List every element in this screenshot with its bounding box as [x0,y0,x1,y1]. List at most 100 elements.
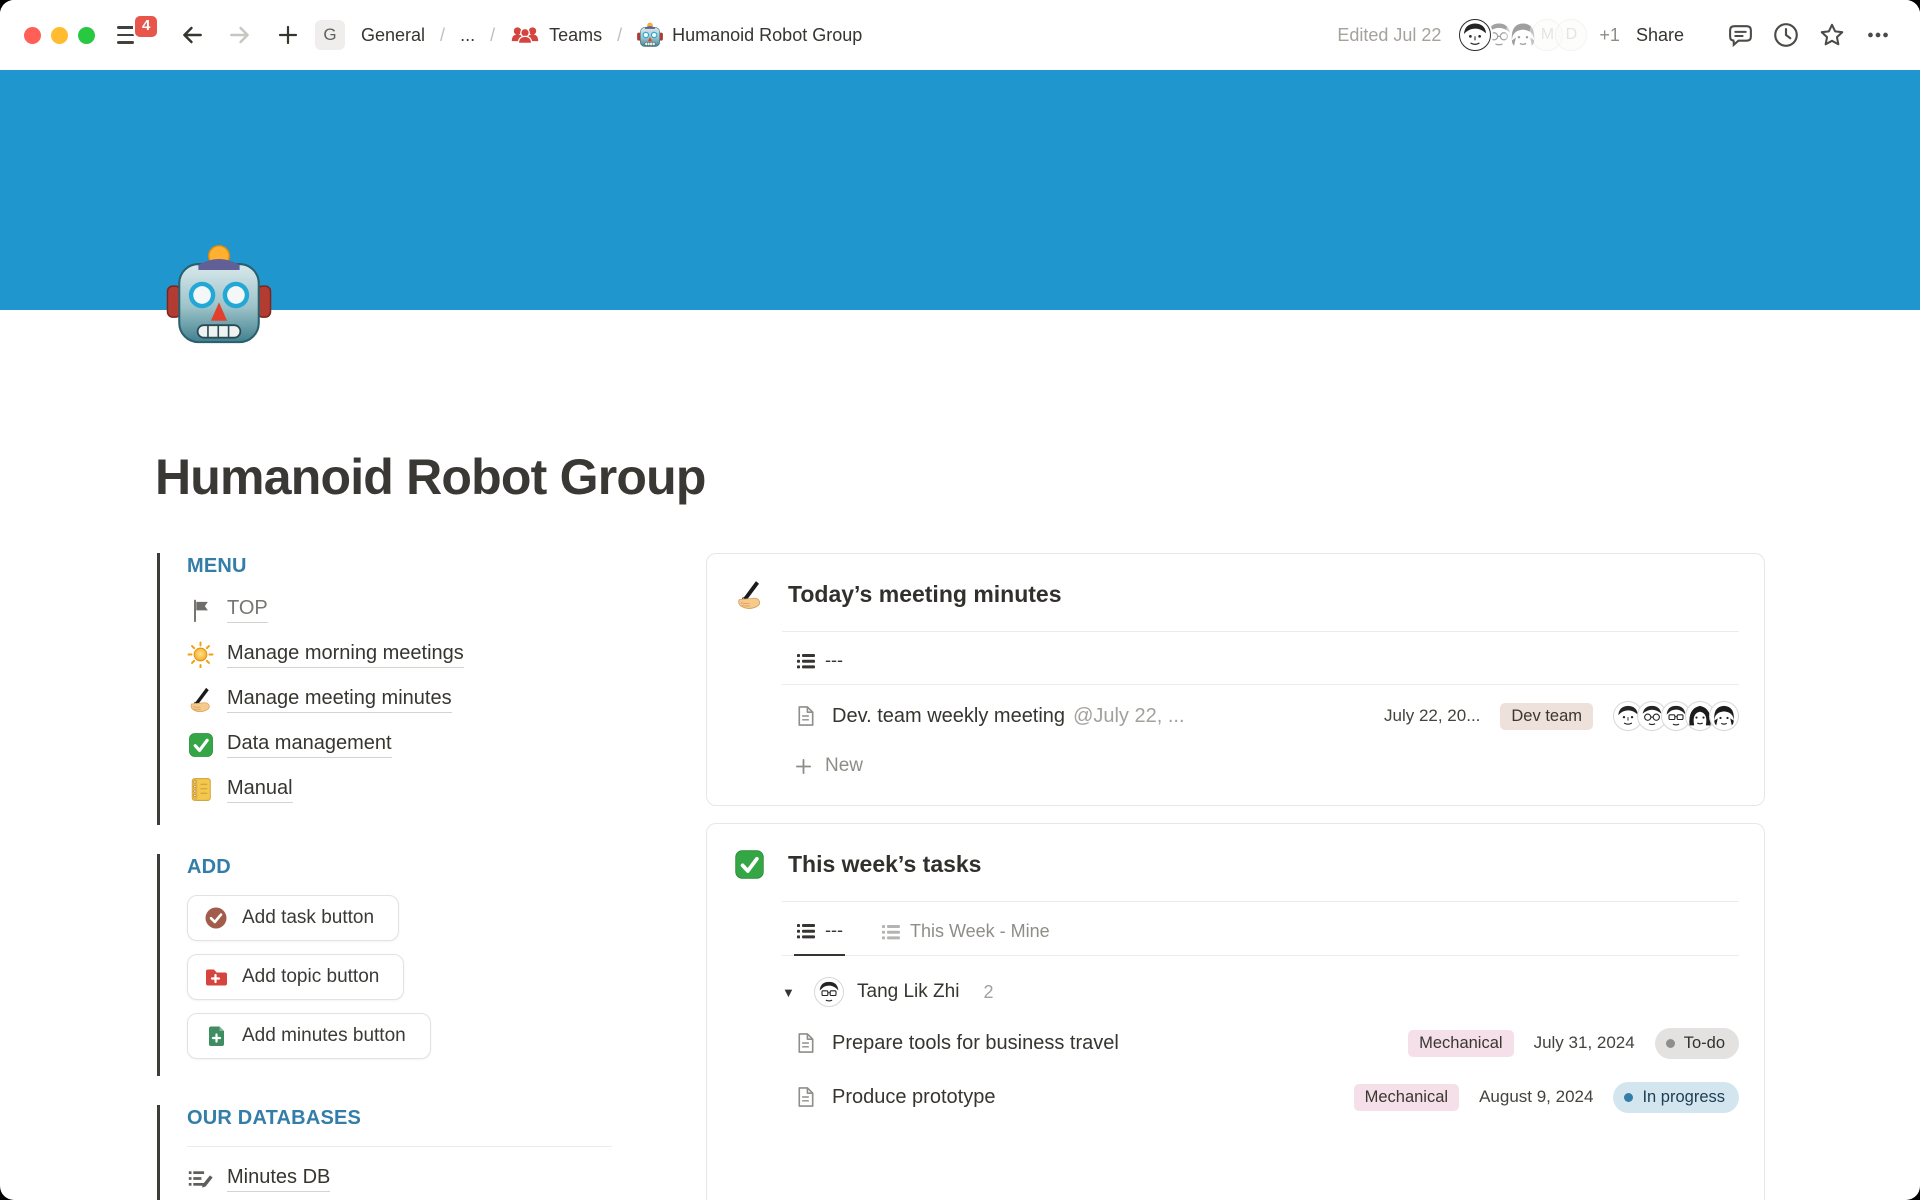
meeting-date: July 22, 20... [1384,706,1480,726]
group-avatar [814,977,844,1007]
add-task-button[interactable]: Add task button [187,895,399,941]
view-tabs: --- [782,634,1739,685]
breadcrumb-separator: / [490,25,495,46]
share-button[interactable]: Share [1636,25,1684,46]
menu-item-manual[interactable]: Manual [187,776,293,803]
task-row[interactable]: Produce prototype Mechanical August 9, 2… [794,1070,1739,1124]
page-icon [794,1085,817,1109]
add-heading: ADD [187,856,706,879]
task-title: Produce prototype [832,1086,995,1109]
breadcrumb-general[interactable]: General [357,23,429,48]
attendee-avatars [1613,701,1739,731]
folder-plus-icon [204,965,228,989]
weekly-tasks-card: This week’s tasks --- This Week - Mine [706,823,1765,1200]
team-tag: Dev team [1500,703,1593,730]
robot-icon [637,22,663,48]
page-cover[interactable] [0,70,1920,310]
avatar-overflow-count[interactable]: +1 [1599,25,1620,46]
collapse-toggle-icon[interactable]: ▼ [782,985,804,1000]
page-icon [794,704,817,728]
card-title[interactable]: This week’s tasks [788,851,981,878]
left-column: MENU TOP Manage morning meetings Manage … [155,553,706,1200]
breadcrumb-separator: / [440,25,445,46]
updates-clock-icon[interactable] [1770,19,1802,51]
view-tab-this-week-mine[interactable]: This Week - Mine [879,905,1052,955]
new-label: New [825,755,863,777]
menu-item-morning-meetings[interactable]: Manage morning meetings [187,641,464,668]
sidebar-toggle-button[interactable]: 4 [117,24,143,46]
menu-item-meeting-minutes[interactable]: Manage meeting minutes [187,686,452,713]
list-view-icon [796,651,816,671]
group-count: 2 [983,982,993,1003]
add-minutes-button[interactable]: Add minutes button [187,1013,431,1059]
writing-hand-icon [734,579,765,610]
divider [782,631,1739,632]
forward-button[interactable] [225,20,255,50]
avatar-letter: D [1555,19,1587,51]
comments-icon[interactable] [1724,19,1756,51]
breadcrumb: General / ... / Teams / Humanoid Robot G… [357,20,866,50]
page-robot-icon[interactable] [166,242,272,348]
flag-icon [187,596,214,623]
breadcrumb-ellipsis[interactable]: ... [456,23,479,48]
minimize-window-button[interactable] [51,27,68,44]
close-window-button[interactable] [24,27,41,44]
add-topic-button[interactable]: Add topic button [187,954,404,1000]
meeting-row[interactable]: Dev. team weekly meeting @July 22, ... J… [794,689,1739,743]
menu-item-label: Data management [227,732,392,758]
category-tag: Mechanical [1408,1030,1513,1057]
status-label: To-do [1684,1034,1725,1053]
task-row[interactable]: Prepare tools for business travel Mechan… [794,1016,1739,1070]
more-options-icon[interactable] [1862,19,1894,51]
menu-item-minutes-db[interactable]: Minutes DB [187,1165,330,1192]
menu-item-label: TOP [227,597,268,623]
app-window: 4 G General / ... / Teams / Humanoid Rob… [0,0,1920,1200]
new-tab-button[interactable] [273,20,303,50]
avatar [1459,19,1491,51]
divider [187,1146,612,1147]
zoom-window-button[interactable] [78,27,95,44]
status-dot [1666,1039,1675,1048]
task-title: Prepare tools for business travel [832,1032,1119,1055]
file-plus-icon [204,1024,228,1048]
writing-hand-icon [187,686,214,713]
status-dot [1624,1093,1633,1102]
sun-icon [187,641,214,668]
menu-item-label: Minutes DB [227,1166,330,1192]
favorite-star-icon[interactable] [1816,19,1848,51]
view-tab-default[interactable]: --- [794,634,845,684]
view-tab-default[interactable]: --- [794,904,845,956]
viewer-avatars[interactable]: M D [1459,19,1587,51]
workspace-icon[interactable]: G [315,20,345,50]
window-controls [24,27,95,44]
databases-heading: OUR DATABASES [187,1107,706,1130]
new-meeting-button[interactable]: New [794,743,1739,789]
menu-item-label: Manual [227,777,293,803]
group-name: Tang Lik Zhi [857,981,959,1003]
due-date: July 31, 2024 [1534,1033,1635,1053]
button-label: Add task button [242,907,374,929]
menu-item-data-management[interactable]: Data management [187,731,392,758]
divider [782,901,1739,902]
view-tabs: --- This Week - Mine [782,904,1739,956]
breadcrumb-teams[interactable]: Teams [506,21,606,49]
button-label: Add topic button [242,966,379,988]
card-title[interactable]: Today’s meeting minutes [788,581,1062,608]
list-view-icon [881,922,901,942]
list-view-icon [796,921,816,941]
due-date: August 9, 2024 [1479,1087,1593,1107]
back-button[interactable] [177,20,207,50]
breadcrumb-separator: / [617,25,622,46]
check-mark-icon [734,849,765,880]
teams-people-icon [510,23,540,47]
databases-section: OUR DATABASES Minutes DB [157,1105,706,1200]
meeting-minutes-card: Today’s meeting minutes --- [706,553,1765,806]
tab-label: This Week - Mine [910,921,1050,942]
add-section: ADD Add task button Add topic button Add… [157,854,706,1076]
menu-item-top[interactable]: TOP [187,596,268,623]
category-tag: Mechanical [1354,1084,1459,1111]
group-row-tang-lik-zhi: ▼ Tang Lik Zhi 2 [782,968,1739,1016]
database-icon [187,1165,214,1192]
page-title[interactable]: Humanoid Robot Group [155,310,1765,506]
breadcrumb-current-page[interactable]: Humanoid Robot Group [633,20,866,50]
